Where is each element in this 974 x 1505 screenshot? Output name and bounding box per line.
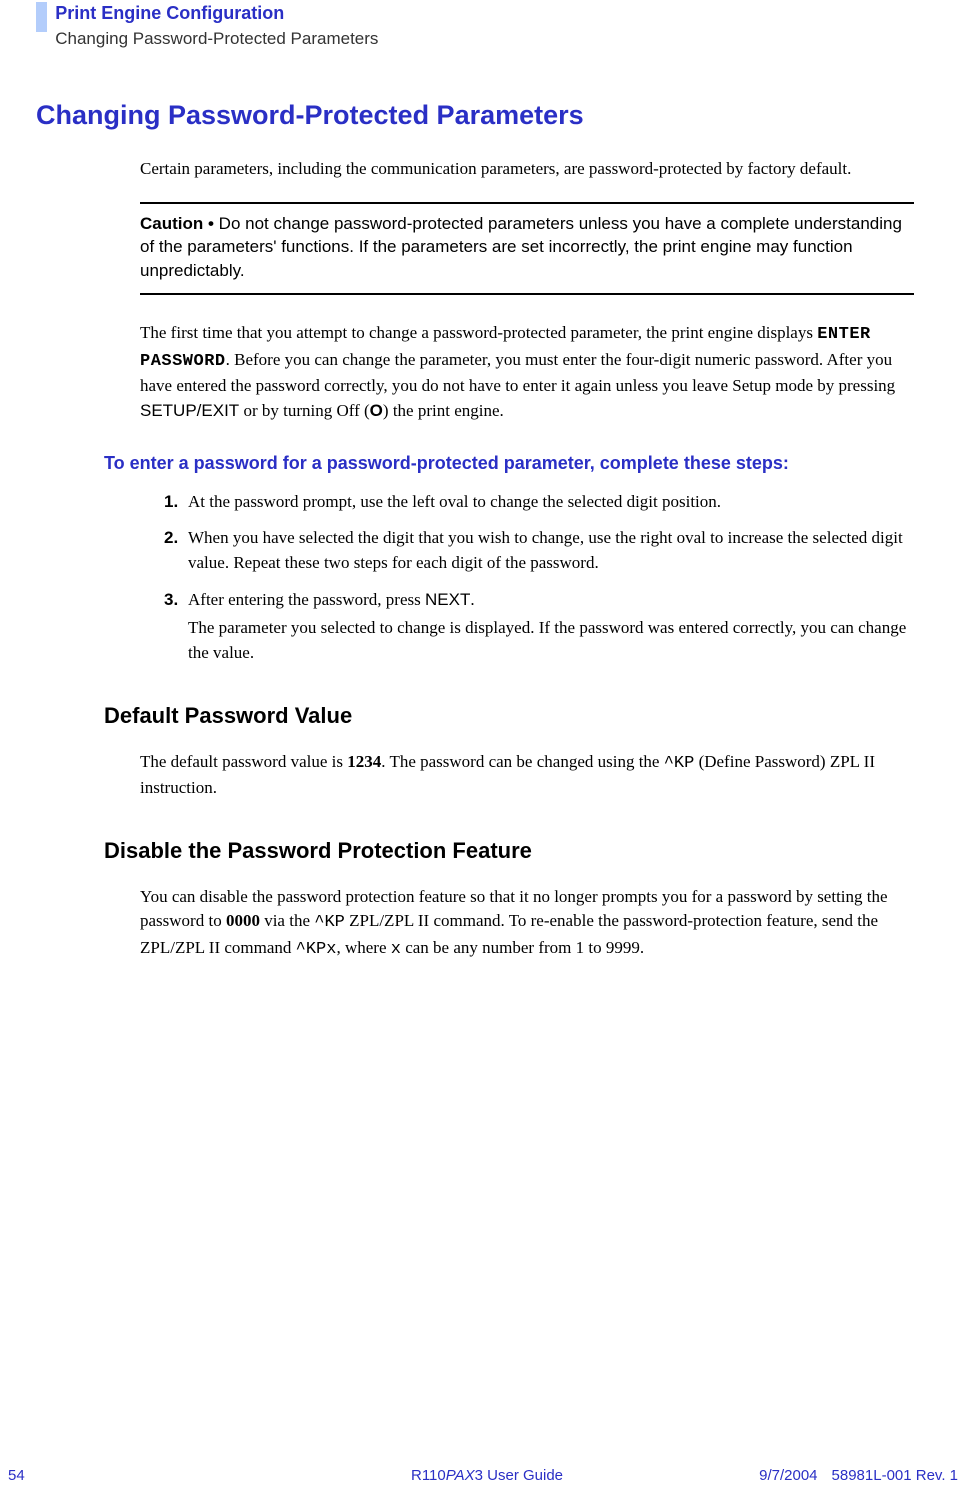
caution-label: Caution • <box>140 214 219 233</box>
section-crumb: Changing Password-Protected Parameters <box>55 27 378 52</box>
text: The first time that you attempt to chang… <box>140 323 817 342</box>
text: can be any number from 1 to 9999. <box>401 938 644 957</box>
text: . Before you can change the parameter, y… <box>140 350 895 396</box>
text: 3 User Guide <box>475 1467 563 1484</box>
step-number: 3. <box>164 588 178 613</box>
zpl-variable: x <box>391 940 401 959</box>
text: The default password value is <box>140 752 347 771</box>
list-item: 2. When you have selected the digit that… <box>164 526 914 575</box>
steps-list: 1. At the password prompt, use the left … <box>164 490 914 666</box>
disable-password-heading: Disable the Password Protection Feature <box>104 835 914 867</box>
text: . The password can be changed using the <box>381 752 663 771</box>
running-header: Print Engine Configuration Changing Pass… <box>0 0 974 52</box>
text: PAX <box>446 1467 475 1484</box>
chapter-title: Print Engine Configuration <box>55 0 378 26</box>
text: After entering the password, press <box>188 590 425 609</box>
steps-heading: To enter a password for a password-prote… <box>104 451 914 475</box>
default-password-paragraph: The default password value is 1234. The … <box>140 750 914 801</box>
text: . <box>470 590 474 609</box>
footer-revision: 58981L-001 Rev. 1 <box>832 1467 958 1484</box>
zpl-command: ^KP <box>314 913 345 932</box>
page-footer: 54 R110PAX3 User Guide 9/7/2004 58981L-00… <box>0 1465 974 1487</box>
default-password-heading: Default Password Value <box>104 700 914 732</box>
list-item: 1. At the password prompt, use the left … <box>164 490 914 515</box>
step-number: 1. <box>164 490 178 515</box>
step-result: The parameter you selected to change is … <box>188 616 914 665</box>
password-explain-paragraph: The first time that you attempt to chang… <box>140 321 914 424</box>
step-text: At the password prompt, use the left ova… <box>188 492 721 511</box>
caution-text: Do not change password-protected paramet… <box>140 214 902 281</box>
text: R110 <box>411 1467 446 1484</box>
zpl-command: ^KPx <box>296 940 337 959</box>
zpl-command: ^KP <box>664 754 695 773</box>
next-button-label: NEXT <box>425 590 470 609</box>
text: ) the print engine. <box>383 401 504 420</box>
step-text: After entering the password, press NEXT. <box>188 590 475 609</box>
text: , where <box>336 938 390 957</box>
disable-password-paragraph: You can disable the password protection … <box>140 885 914 963</box>
setup-exit-button-label: SETUP/EXIT <box>140 401 239 420</box>
step-text: When you have selected the digit that yo… <box>188 528 903 572</box>
disable-password-value: 0000 <box>226 911 260 930</box>
page-number: 54 <box>8 1465 25 1487</box>
intro-paragraph: Certain parameters, including the commun… <box>140 157 914 182</box>
footer-date: 9/7/2004 <box>759 1467 817 1484</box>
guide-title: R110PAX3 User Guide <box>411 1465 563 1487</box>
step-number: 2. <box>164 526 178 551</box>
text: or by turning Off ( <box>239 401 369 420</box>
off-symbol: O <box>370 401 383 420</box>
default-password-value: 1234 <box>347 752 381 771</box>
list-item: 3. After entering the password, press NE… <box>164 588 914 666</box>
page-title: Changing Password-Protected Parameters <box>36 96 914 135</box>
header-tab-icon <box>36 2 47 32</box>
caution-box: Caution • Do not change password-protect… <box>140 202 914 295</box>
text: via the <box>260 911 314 930</box>
